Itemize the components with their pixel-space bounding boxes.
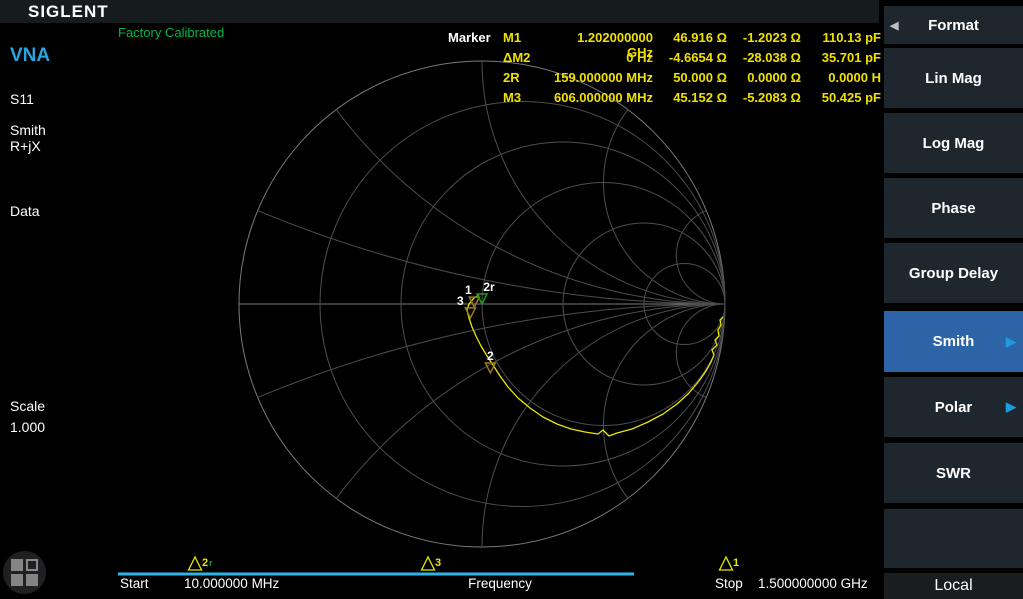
menu-header-format[interactable]: ◀ Format [884, 6, 1023, 44]
window-grid-icon[interactable] [3, 551, 46, 594]
scale-label: Scale [10, 398, 45, 414]
marker-name: M3 [503, 90, 547, 110]
marker-resistance: -4.6654 Ω [655, 50, 727, 70]
marker-freq: 159.000000 MHz [549, 70, 653, 90]
menu-item-log-mag[interactable]: Log Mag [884, 113, 1023, 173]
marker-capacitance: 110.13 pF [803, 30, 881, 50]
svg-text:2: 2 [202, 557, 208, 569]
marker-freq: 1.202000000 GHz [549, 30, 653, 50]
trace-type-label: Data [10, 203, 40, 219]
svg-text:2: 2 [487, 349, 494, 363]
marker-resistance: 46.916 Ω [655, 30, 727, 50]
menu-title-label: Format [928, 17, 979, 34]
menu-item-blank[interactable] [884, 509, 1023, 568]
start-frequency-value: 10.000000 MHz [184, 576, 279, 591]
submenu-arrow-icon: ▶ [1006, 334, 1016, 350]
svg-text:1: 1 [733, 557, 739, 569]
marker-reactance: -28.038 Ω [729, 50, 801, 70]
marker-name: 2R [503, 70, 547, 90]
menu-item-lin-mag[interactable]: Lin Mag [884, 48, 1023, 108]
calibration-status: Factory Calibrated [118, 25, 224, 40]
svg-text:3: 3 [457, 294, 464, 308]
menu-item-label: Log Mag [923, 135, 985, 152]
siglent-logo: SIGLENT [28, 2, 109, 22]
local-button[interactable]: Local [884, 573, 1023, 599]
grid-square-outline [26, 559, 38, 571]
marker-capacitance: 35.701 pF [803, 50, 881, 70]
menu-item-label: Phase [931, 200, 975, 217]
frequency-axis-label: Frequency [430, 576, 570, 591]
channel-label: S11 [10, 91, 34, 107]
marker-capacitance: 50.425 pF [803, 90, 881, 110]
svg-text:2r: 2r [483, 280, 495, 294]
marker-name: M1 [503, 30, 547, 50]
menu-item-label: SWR [936, 465, 971, 482]
grid-square [11, 559, 23, 571]
menu-item-swr[interactable]: SWR [884, 443, 1023, 503]
svg-text:1: 1 [465, 283, 472, 297]
stop-label: Stop [715, 576, 743, 591]
menu-item-label: Smith [933, 333, 975, 350]
marker-reactance: -5.2083 Ω [729, 90, 801, 110]
menu-item-polar[interactable]: Polar ▶ [884, 377, 1023, 437]
marker-inductance: 0.0000 H [803, 70, 881, 90]
menu-item-smith-active[interactable]: Smith ▶ [884, 311, 1023, 372]
menu-item-phase[interactable]: Phase [884, 178, 1023, 238]
app-title: VNA [10, 45, 50, 67]
start-label: Start [120, 576, 149, 591]
marker-resistance: 45.152 Ω [655, 90, 727, 110]
scale-value: 1.000 [10, 419, 45, 435]
menu-item-label: Lin Mag [925, 70, 982, 87]
marker-reactance: 0.0000 Ω [729, 70, 801, 90]
submenu-arrow-icon: ▶ [1006, 399, 1016, 415]
title-bar [0, 0, 879, 23]
marker-freq: 606.000000 MHz [549, 90, 653, 110]
svg-text:3: 3 [435, 557, 441, 569]
menu-item-group-delay[interactable]: Group Delay [884, 243, 1023, 303]
menu-item-label: Polar [935, 399, 973, 416]
format-readout: Smith R+jX [10, 122, 46, 154]
marker-resistance: 50.000 Ω [655, 70, 727, 90]
menu-item-label: Group Delay [909, 265, 998, 282]
svg-text:r: r [209, 558, 213, 568]
grid-square [11, 574, 23, 586]
softkey-menu: ◀ Format Lin Mag Log Mag Phase Group Del… [884, 0, 1023, 599]
marker-reactance: -1.2023 Ω [729, 30, 801, 50]
stop-frequency-value: 1.500000000 GHz [758, 576, 868, 591]
grid-square [26, 574, 38, 586]
marker-table-caption: Marker [448, 30, 500, 45]
local-button-label: Local [934, 577, 972, 595]
back-arrow-icon: ◀ [890, 19, 898, 32]
marker-name: ΔM2 [503, 50, 547, 70]
marker-table: M1 1.202000000 GHz 46.916 Ω -1.2023 Ω 11… [503, 30, 881, 110]
marker-freq: 0 Hz [549, 50, 653, 70]
